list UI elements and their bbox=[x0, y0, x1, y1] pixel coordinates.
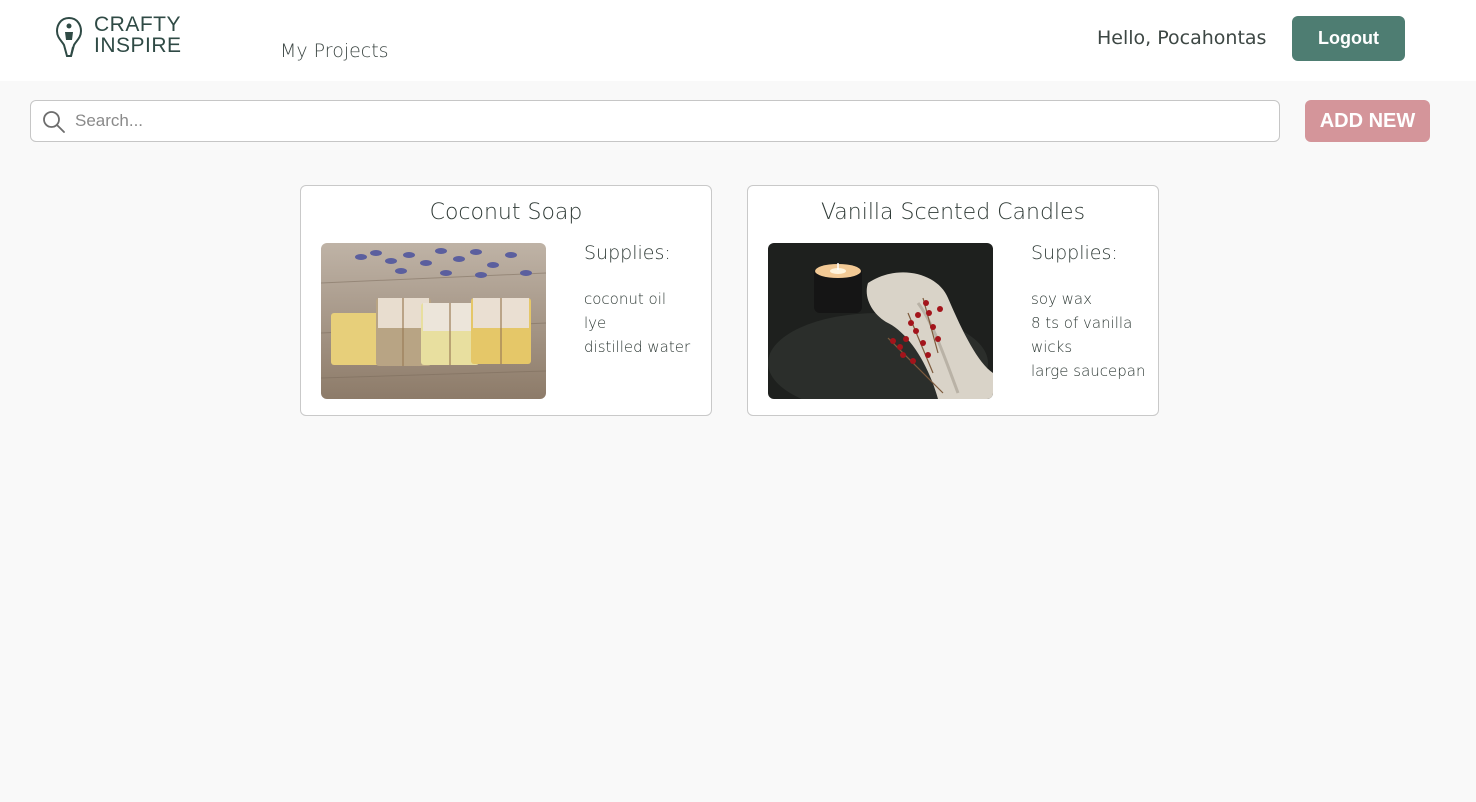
supply-item: lye bbox=[584, 314, 607, 332]
lightbulb-logo-icon bbox=[56, 17, 83, 57]
project-card[interactable]: Coconut Soap Supplies: coconut oil lye d… bbox=[300, 185, 712, 416]
project-image bbox=[768, 243, 993, 399]
project-title: Coconut Soap bbox=[429, 200, 583, 225]
supplies-list: soy wax 8 ts of vanilla wicks large sauc… bbox=[1031, 287, 1149, 380]
add-new-button[interactable]: ADD NEW bbox=[1305, 100, 1430, 142]
project-image bbox=[321, 243, 546, 399]
supplies-heading: Supplies: bbox=[584, 242, 671, 264]
search-bar[interactable] bbox=[30, 100, 1280, 142]
supplies-heading: Supplies: bbox=[1031, 242, 1118, 264]
supplies-list: coconut oil lye distilled water bbox=[584, 287, 702, 359]
supply-item: large saucepan bbox=[1031, 362, 1146, 380]
logo-line-1: CRAFTY bbox=[94, 13, 181, 36]
supply-item: coconut oil bbox=[584, 290, 667, 308]
logo-wordmark: CRAFTY INSPIRE bbox=[94, 14, 206, 56]
crafty-inspire-logo[interactable]: CRAFTY INSPIRE bbox=[56, 14, 206, 60]
soap-bars-lavender-photo bbox=[321, 243, 546, 399]
nav-my-projects[interactable]: My Projects bbox=[280, 40, 389, 62]
candle-berries-photo bbox=[768, 243, 993, 399]
project-card[interactable]: Vanilla Scented Candles Supplies: soy wa… bbox=[747, 185, 1159, 416]
user-greeting: Hello, Pocahontas bbox=[1097, 27, 1267, 49]
search-icon bbox=[43, 111, 65, 133]
search-input[interactable] bbox=[75, 102, 1270, 140]
supply-item: distilled water bbox=[584, 338, 691, 356]
supply-item: soy wax bbox=[1031, 290, 1092, 308]
top-navigation-bar: CRAFTY INSPIRE My Projects Hello, Pocaho… bbox=[0, 0, 1476, 81]
project-title: Vanilla Scented Candles bbox=[820, 200, 1086, 225]
supply-item: 8 ts of vanilla bbox=[1031, 314, 1133, 332]
logout-button[interactable]: Logout bbox=[1292, 16, 1405, 61]
supply-item: wicks bbox=[1031, 338, 1073, 356]
logo-line-2: INSPIRE bbox=[94, 34, 182, 57]
